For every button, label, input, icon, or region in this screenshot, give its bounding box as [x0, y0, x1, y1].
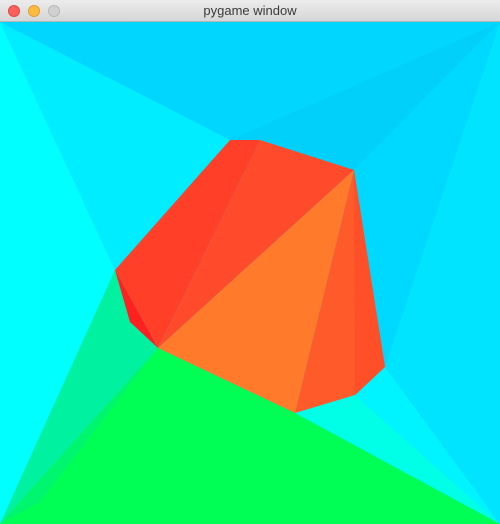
- render-canvas[interactable]: [0, 22, 500, 524]
- title-bar[interactable]: pygame window: [0, 0, 500, 22]
- pygame-window: pygame window: [0, 0, 500, 524]
- window-title: pygame window: [203, 3, 297, 18]
